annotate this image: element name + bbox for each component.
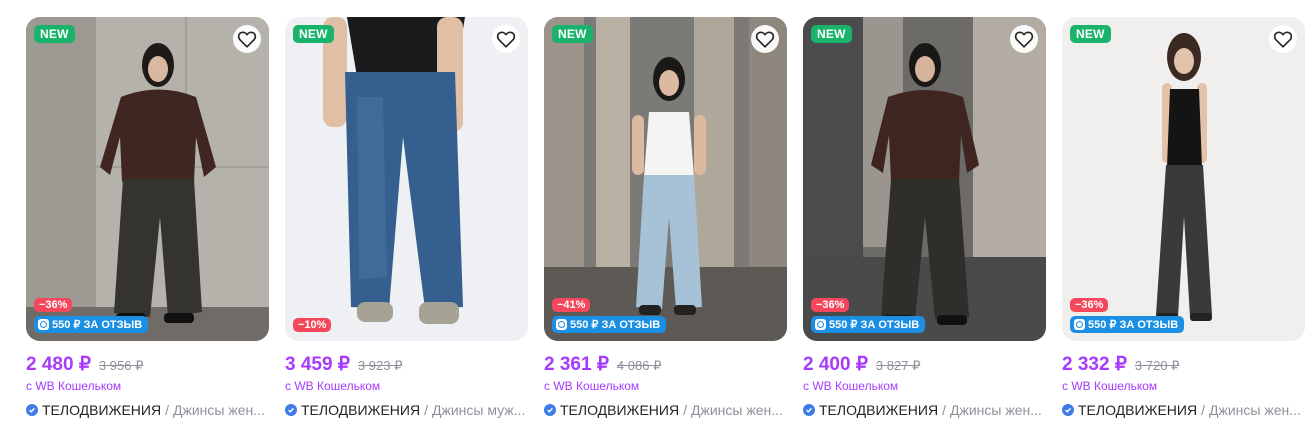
brand-row[interactable]: ТЕЛОДВИЖЕНИЯ / Джинсы жен... bbox=[26, 402, 269, 418]
product-image bbox=[544, 17, 787, 341]
verified-check-icon bbox=[26, 404, 38, 416]
new-badge: NEW bbox=[1070, 25, 1111, 43]
product-name[interactable]: Джинсы муж... bbox=[432, 402, 525, 418]
product-card[interactable]: NEW −36% 550 ₽ ЗА ОТЗЫВ 2 400 ₽ 3 827 ₽ … bbox=[803, 17, 1046, 418]
wallet-note: с WB Кошельком bbox=[544, 379, 640, 393]
discount-badge: −41% bbox=[552, 298, 591, 312]
verified-check-icon bbox=[803, 404, 815, 416]
product-photo[interactable]: NEW −36% 550 ₽ ЗА ОТЗЫВ bbox=[803, 17, 1046, 341]
product-image bbox=[803, 17, 1046, 341]
heart-outline-icon bbox=[496, 31, 516, 48]
new-badge: NEW bbox=[552, 25, 593, 43]
product-card[interactable]: NEW −36% 550 ₽ ЗА ОТЗЫВ 2 332 ₽ 3 720 ₽ … bbox=[1062, 17, 1305, 418]
review-bonus-badge: 550 ₽ ЗА ОТЗЫВ bbox=[34, 316, 149, 333]
favorite-button[interactable] bbox=[1269, 25, 1297, 53]
old-price: 3 827 ₽ bbox=[875, 358, 921, 373]
price-row: 2 361 ₽ 4 086 ₽ bbox=[544, 353, 787, 376]
brand-name[interactable]: ТЕЛОДВИЖЕНИЯ bbox=[301, 402, 420, 418]
price-row: 2 332 ₽ 3 720 ₽ bbox=[1062, 353, 1305, 376]
old-price: 3 923 ₽ bbox=[357, 358, 403, 373]
product-name[interactable]: Джинсы жен... bbox=[1209, 402, 1301, 418]
product-grid: NEW −36% 550 ₽ ЗА ОТЗЫВ 2 480 ₽ 3 956 ₽ … bbox=[26, 17, 1305, 418]
verified-check-icon bbox=[544, 404, 556, 416]
current-price: 2 400 ₽ bbox=[803, 354, 868, 375]
review-bonus-badge: 550 ₽ ЗА ОТЗЫВ bbox=[811, 316, 926, 333]
price-row: 3 459 ₽ 3 923 ₽ bbox=[285, 353, 528, 376]
brand-name[interactable]: ТЕЛОДВИЖЕНИЯ bbox=[819, 402, 938, 418]
wallet-note: с WB Кошельком bbox=[26, 379, 122, 393]
separator: / bbox=[942, 402, 946, 418]
separator: / bbox=[165, 402, 169, 418]
review-bonus-text: 550 ₽ ЗА ОТЗЫВ bbox=[52, 319, 143, 331]
product-image bbox=[1062, 17, 1305, 341]
separator: / bbox=[424, 402, 428, 418]
heart-outline-icon bbox=[237, 31, 257, 48]
new-badge: NEW bbox=[34, 25, 75, 43]
verified-check-icon bbox=[285, 404, 297, 416]
price-row: 2 480 ₽ 3 956 ₽ bbox=[26, 353, 269, 376]
discount-badge: −36% bbox=[34, 298, 73, 312]
brand-row[interactable]: ТЕЛОДВИЖЕНИЯ / Джинсы жен... bbox=[1062, 402, 1305, 418]
current-price: 2 480 ₽ bbox=[26, 354, 91, 375]
favorite-button[interactable] bbox=[233, 25, 261, 53]
product-photo[interactable]: NEW −36% 550 ₽ ЗА ОТЗЫВ bbox=[1062, 17, 1305, 341]
separator: / bbox=[1201, 402, 1205, 418]
wb-logo-icon bbox=[1074, 319, 1085, 330]
wb-logo-icon bbox=[38, 319, 49, 330]
heart-outline-icon bbox=[755, 31, 775, 48]
price-row: 2 400 ₽ 3 827 ₽ bbox=[803, 353, 1046, 376]
product-image bbox=[26, 17, 269, 341]
brand-row[interactable]: ТЕЛОДВИЖЕНИЯ / Джинсы муж... bbox=[285, 402, 528, 418]
current-price: 2 361 ₽ bbox=[544, 354, 609, 375]
review-bonus-text: 550 ₽ ЗА ОТЗЫВ bbox=[570, 319, 661, 331]
wallet-note: с WB Кошельком bbox=[1062, 379, 1158, 393]
product-photo[interactable]: NEW −36% 550 ₽ ЗА ОТЗЫВ bbox=[26, 17, 269, 341]
brand-name[interactable]: ТЕЛОДВИЖЕНИЯ bbox=[42, 402, 161, 418]
new-badge: NEW bbox=[811, 25, 852, 43]
discount-badge: −10% bbox=[293, 318, 332, 332]
product-name[interactable]: Джинсы жен... bbox=[173, 402, 265, 418]
old-price: 3 956 ₽ bbox=[98, 358, 144, 373]
new-badge: NEW bbox=[293, 25, 334, 43]
brand-row[interactable]: ТЕЛОДВИЖЕНИЯ / Джинсы жен... bbox=[803, 402, 1046, 418]
review-bonus-text: 550 ₽ ЗА ОТЗЫВ bbox=[1088, 319, 1179, 331]
review-bonus-badge: 550 ₽ ЗА ОТЗЫВ bbox=[1070, 316, 1185, 333]
wallet-note: с WB Кошельком bbox=[285, 379, 381, 393]
heart-outline-icon bbox=[1014, 31, 1034, 48]
wallet-note: с WB Кошельком bbox=[803, 379, 899, 393]
discount-badge: −36% bbox=[1070, 298, 1109, 312]
old-price: 3 720 ₽ bbox=[1134, 358, 1180, 373]
product-name[interactable]: Джинсы жен... bbox=[691, 402, 783, 418]
current-price: 3 459 ₽ bbox=[285, 354, 350, 375]
product-card[interactable]: NEW −10% 3 459 ₽ 3 923 ₽ с WB Кошельком … bbox=[285, 17, 528, 418]
wb-logo-icon bbox=[556, 319, 567, 330]
favorite-button[interactable] bbox=[751, 25, 779, 53]
review-bonus-text: 550 ₽ ЗА ОТЗЫВ bbox=[829, 319, 920, 331]
brand-name[interactable]: ТЕЛОДВИЖЕНИЯ bbox=[560, 402, 679, 418]
old-price: 4 086 ₽ bbox=[616, 358, 662, 373]
product-name[interactable]: Джинсы жен... bbox=[950, 402, 1042, 418]
verified-check-icon bbox=[1062, 404, 1074, 416]
product-image bbox=[285, 17, 528, 341]
review-bonus-badge: 550 ₽ ЗА ОТЗЫВ bbox=[552, 316, 667, 333]
brand-row[interactable]: ТЕЛОДВИЖЕНИЯ / Джинсы жен... bbox=[544, 402, 787, 418]
product-photo[interactable]: NEW −10% bbox=[285, 17, 528, 341]
wb-logo-icon bbox=[815, 319, 826, 330]
separator: / bbox=[683, 402, 687, 418]
brand-name[interactable]: ТЕЛОДВИЖЕНИЯ bbox=[1078, 402, 1197, 418]
favorite-button[interactable] bbox=[492, 25, 520, 53]
product-card[interactable]: NEW −36% 550 ₽ ЗА ОТЗЫВ 2 480 ₽ 3 956 ₽ … bbox=[26, 17, 269, 418]
favorite-button[interactable] bbox=[1010, 25, 1038, 53]
discount-badge: −36% bbox=[811, 298, 850, 312]
product-card[interactable]: NEW −41% 550 ₽ ЗА ОТЗЫВ 2 361 ₽ 4 086 ₽ … bbox=[544, 17, 787, 418]
product-photo[interactable]: NEW −41% 550 ₽ ЗА ОТЗЫВ bbox=[544, 17, 787, 341]
heart-outline-icon bbox=[1273, 31, 1293, 48]
current-price: 2 332 ₽ bbox=[1062, 354, 1127, 375]
